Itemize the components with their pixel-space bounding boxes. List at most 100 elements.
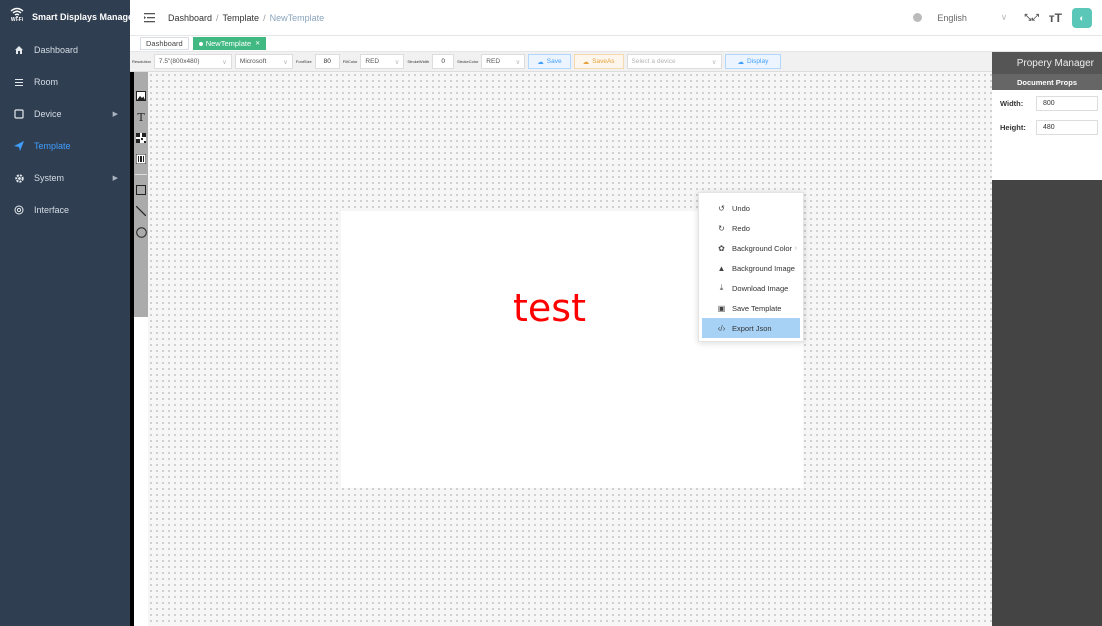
sidebar-item-room[interactable]: Room bbox=[0, 66, 130, 98]
property-manager-body: Document Props Width: 800 Height: 480 bbox=[992, 74, 1102, 180]
tab-label: NewTemplate bbox=[205, 39, 252, 48]
saveas-button[interactable]: ☁ SaveAs bbox=[573, 54, 624, 69]
property-manager-title: Propery Manager bbox=[992, 52, 1102, 74]
breadcrumb-dashboard[interactable]: Dashboard bbox=[168, 13, 212, 23]
menu-item-background-image[interactable]: ▲ Background Image bbox=[699, 258, 803, 278]
menu-item-export-json[interactable]: ‹/› Export Json bbox=[702, 318, 800, 338]
fullscreen-icon[interactable]: ⤡⤢ bbox=[1024, 12, 1038, 23]
width-input[interactable]: 800 bbox=[1036, 95, 1098, 111]
qrcode-tool-icon[interactable] bbox=[135, 132, 147, 144]
font-family-select[interactable]: Microsoft ∨ bbox=[234, 54, 293, 69]
menu-item-save-template[interactable]: ▣ Save Template bbox=[699, 298, 803, 318]
text-tool-icon[interactable]: T bbox=[135, 111, 147, 124]
tablet-icon bbox=[13, 108, 25, 120]
circle-tool-icon[interactable] bbox=[135, 226, 147, 238]
breadcrumb-separator: / bbox=[216, 12, 219, 23]
close-icon[interactable]: ✕ bbox=[255, 40, 260, 47]
sidebar-item-label: Room bbox=[34, 77, 59, 87]
breadcrumb-current: NewTemplate bbox=[269, 12, 325, 23]
rectangle-tool-icon[interactable] bbox=[135, 184, 147, 196]
stroke-color-value: RED bbox=[486, 58, 501, 65]
globe-icon bbox=[13, 204, 25, 216]
redo-icon: ↻ bbox=[718, 223, 725, 233]
document-props-heading: Document Props bbox=[992, 74, 1102, 90]
menu-item-label: Download Image bbox=[732, 283, 789, 293]
header-right: English ∨ ⤡⤢ тT ◐ bbox=[913, 0, 1092, 35]
editor-toolbar: Resolution 7.5"(800x480) ∨ Microsoft ∨ F… bbox=[130, 52, 992, 72]
chevron-down-icon: ∨ bbox=[394, 58, 400, 66]
home-icon bbox=[13, 44, 25, 56]
active-dot-icon bbox=[198, 41, 203, 46]
language-indicator-icon bbox=[913, 13, 923, 22]
chevron-down-icon: ∨ bbox=[1000, 12, 1008, 22]
device-select[interactable]: Select a device ∨ bbox=[626, 54, 722, 69]
save-label: Save bbox=[546, 58, 562, 65]
stroke-color-select[interactable]: RED ∨ bbox=[481, 54, 526, 69]
menu-item-download-image[interactable]: ⤓ Download Image bbox=[699, 278, 803, 298]
cloud-upload-icon: ☁ bbox=[737, 58, 745, 66]
wifi-logo-icon: Wi-Fi bbox=[10, 7, 24, 27]
cloud-upload-icon: ☁ bbox=[537, 58, 544, 66]
chevron-right-icon: › bbox=[794, 244, 797, 252]
menu-toggle-icon[interactable] bbox=[144, 12, 156, 24]
breadcrumb: Dashboard / Template / NewTemplate bbox=[168, 13, 324, 23]
menu-item-background-color[interactable]: ✿ Background Color › bbox=[699, 238, 803, 258]
tab-dashboard[interactable]: Dashboard bbox=[140, 37, 189, 50]
chevron-down-icon: ∨ bbox=[711, 58, 717, 66]
resolution-label: Resolution bbox=[132, 59, 151, 64]
avatar[interactable]: ◐ bbox=[1072, 7, 1092, 28]
undo-icon: ↺ bbox=[718, 203, 725, 213]
canvas-text-object[interactable]: test bbox=[513, 286, 586, 330]
sidebar-item-label: Device bbox=[34, 109, 62, 119]
resolution-select[interactable]: 7.5"(800x480) ∨ bbox=[153, 54, 232, 69]
sidebar-item-label: Interface bbox=[34, 205, 70, 215]
sidebar-item-device[interactable]: Device ▶ bbox=[0, 98, 130, 130]
height-label: Height: bbox=[1000, 122, 1026, 132]
sidebar-item-interface[interactable]: Interface bbox=[0, 194, 130, 226]
breadcrumb-template[interactable]: Template bbox=[223, 13, 260, 23]
height-input[interactable]: 480 bbox=[1036, 119, 1098, 135]
line-tool-icon[interactable] bbox=[135, 205, 147, 217]
image-icon: ▲ bbox=[717, 263, 726, 273]
save-icon: ▣ bbox=[717, 303, 726, 313]
font-size-input[interactable]: 80 bbox=[314, 54, 340, 69]
menu-item-undo[interactable]: ↺ Undo bbox=[699, 198, 803, 218]
chevron-down-icon: ∨ bbox=[283, 58, 288, 66]
menu-item-redo[interactable]: ↻ Redo bbox=[699, 218, 803, 238]
sidebar: Wi-Fi Smart Displays Manager Dashboard R… bbox=[0, 0, 137, 626]
breadcrumb-separator: / bbox=[263, 12, 266, 23]
sidebar-item-template[interactable]: Template bbox=[0, 130, 130, 162]
sidebar-item-system[interactable]: System ▶ bbox=[0, 162, 130, 194]
image-tool-icon[interactable] bbox=[135, 90, 147, 102]
chevron-right-icon: ▶ bbox=[112, 111, 118, 118]
palette-divider bbox=[135, 174, 147, 175]
sidebar-item-label: Dashboard bbox=[34, 45, 79, 55]
canvas-area[interactable]: test bbox=[148, 72, 992, 626]
font-size-icon[interactable]: тT bbox=[1049, 11, 1062, 25]
property-manager: Propery Manager Document Props Width: 80… bbox=[992, 52, 1102, 626]
chevron-right-icon: ▶ bbox=[112, 175, 118, 182]
resolution-value: 7.5"(800x480) bbox=[158, 58, 200, 65]
language-select[interactable]: English ∨ bbox=[932, 7, 1015, 28]
sidebar-item-dashboard[interactable]: Dashboard bbox=[0, 34, 130, 66]
device-placeholder: Select a device bbox=[631, 58, 676, 65]
language-value: English bbox=[937, 12, 967, 23]
display-button[interactable]: ☁ Display bbox=[724, 54, 782, 69]
barcode-tool-icon[interactable] bbox=[135, 153, 147, 165]
sidebar-item-label: System bbox=[34, 173, 65, 183]
top-header: Dashboard / Template / NewTemplate Engli… bbox=[130, 0, 1102, 35]
palette-icon: ✿ bbox=[718, 243, 725, 253]
menu-item-label: Redo bbox=[732, 223, 750, 233]
fill-color-label: FillColor bbox=[342, 59, 358, 64]
saveas-label: SaveAs bbox=[592, 58, 615, 65]
tab-newtemplate[interactable]: NewTemplate ✕ bbox=[192, 37, 267, 50]
stroke-width-input[interactable]: 0 bbox=[432, 54, 455, 69]
display-label: Display bbox=[747, 58, 769, 65]
menu-item-label: Export Json bbox=[732, 323, 772, 333]
save-button[interactable]: ☁ Save bbox=[528, 54, 571, 69]
fill-color-select[interactable]: RED ∨ bbox=[360, 54, 405, 69]
tags-view: Dashboard NewTemplate ✕ bbox=[130, 35, 1102, 52]
logo-text: Wi-Fi bbox=[10, 17, 24, 23]
menu-item-label: Background Color bbox=[732, 243, 793, 253]
font-family-value: Microsoft bbox=[239, 58, 267, 65]
